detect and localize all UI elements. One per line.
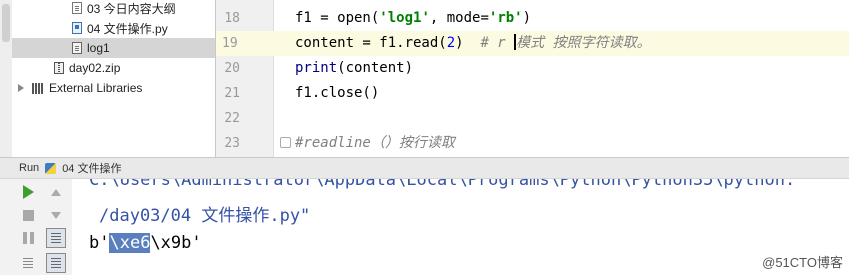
line-number: 20: [224, 61, 240, 76]
python-run-config-icon: [45, 162, 57, 174]
tree-item-py-file[interactable]: 04 文件操作.py: [12, 18, 215, 38]
code-text: print: [295, 60, 338, 76]
scroll-up-button[interactable]: [46, 182, 66, 202]
text-caret: [514, 34, 517, 50]
run-config-name[interactable]: 04 文件操作: [62, 160, 121, 176]
code-line-20[interactable]: print(content): [274, 56, 849, 81]
rerun-button[interactable]: [18, 182, 38, 202]
pause-button[interactable]: [18, 228, 38, 248]
tree-scrollbar[interactable]: [0, 0, 12, 157]
line-number: 18: [224, 11, 240, 26]
watermark: @51CTO博客: [762, 255, 843, 270]
console-output-line: b'\xe6\x9b': [89, 233, 202, 253]
line-number: 23: [224, 136, 240, 151]
console-output[interactable]: C:\Users\Administrator\AppData\Local\Pro…: [72, 179, 849, 275]
dump-threads-button[interactable]: [18, 253, 38, 273]
selected-text[interactable]: \xe6: [109, 233, 151, 253]
zip-file-icon: [54, 62, 64, 74]
tree-item-label: 03 今日内容大纲: [87, 1, 176, 16]
tree-item-label: day02.zip: [69, 61, 121, 75]
tree-item-label: 04 文件操作.py: [87, 21, 168, 36]
output-text: b': [89, 233, 110, 253]
code-comment: # r 模式 按照字符读取。: [480, 34, 651, 51]
run-label: Run: [19, 162, 40, 174]
console-command-line: /day03/04 文件操作.py": [99, 206, 311, 226]
expand-arrow-icon[interactable]: [18, 84, 24, 92]
code-line-21[interactable]: f1.close(): [274, 81, 849, 106]
line-number: 19: [216, 31, 274, 56]
run-toolbar: [0, 179, 72, 275]
fold-icon[interactable]: [280, 137, 291, 148]
python-file-icon: [72, 22, 82, 34]
code-line-22[interactable]: [274, 106, 849, 131]
tree-item-outline[interactable]: 03 今日内容大纲: [12, 0, 215, 18]
output-text: \x9b': [150, 233, 202, 253]
stop-icon: [22, 209, 34, 221]
soft-wrap-icon: [51, 233, 61, 243]
text-file-icon: [72, 42, 82, 54]
tree-item-label: External Libraries: [49, 81, 143, 95]
code-line-23[interactable]: #readline（）按行读取: [274, 131, 849, 156]
line-number: 22: [224, 111, 240, 126]
code-line-19[interactable]: content = f1.read(2) # r 模式 按照字符读取。: [274, 31, 849, 56]
code-text: content = f1.read(2): [295, 35, 481, 51]
tree-scrollbar-thumb[interactable]: [2, 4, 10, 42]
layout-icon: [23, 258, 33, 268]
code-text: f1 = open('log1', mode='rb'): [295, 10, 532, 26]
library-icon: [32, 82, 44, 94]
run-tool-window-header: Run 04 文件操作: [0, 157, 849, 179]
tree-item-log1[interactable]: log1: [12, 38, 215, 58]
print-icon: [51, 258, 61, 268]
scroll-down-button[interactable]: [46, 205, 66, 225]
text-file-icon: [72, 2, 82, 14]
arrow-up-icon: [51, 188, 61, 196]
code-line-18[interactable]: f1 = open('log1', mode='rb'): [274, 6, 849, 31]
console-command-line: C:\Users\Administrator\AppData\Local\Pro…: [89, 179, 796, 190]
soft-wrap-button[interactable]: [46, 228, 66, 248]
tree-item-external-libraries[interactable]: External Libraries: [12, 78, 215, 98]
print-button[interactable]: [46, 253, 66, 273]
pause-icon: [22, 232, 34, 244]
project-tree: 03 今日内容大纲 04 文件操作.py log1 day02.zip Exte…: [0, 0, 215, 157]
tree-item-zip[interactable]: day02.zip: [12, 58, 215, 78]
line-number: 21: [224, 86, 240, 101]
stop-button[interactable]: [18, 205, 38, 225]
arrow-down-icon: [51, 211, 61, 219]
play-icon: [22, 185, 34, 199]
tree-item-label: log1: [87, 41, 110, 55]
